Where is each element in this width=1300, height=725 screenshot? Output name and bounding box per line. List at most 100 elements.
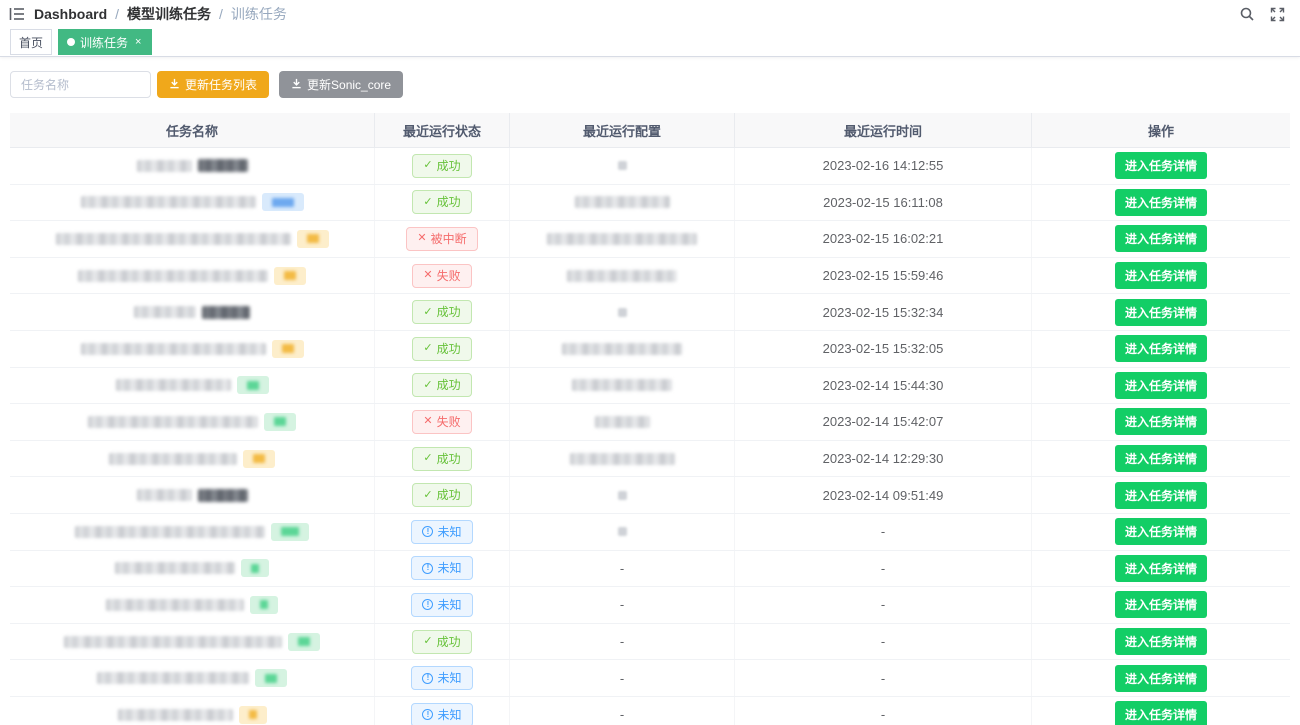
- tab-home[interactable]: 首页: [10, 29, 52, 55]
- status-label: 成功: [437, 160, 461, 172]
- status-label: 成功: [437, 196, 461, 208]
- enter-task-details-button[interactable]: 进入任务详情: [1115, 335, 1207, 362]
- run-status-cell: ✓成功: [375, 441, 510, 477]
- actions-cell: 进入任务详情: [1032, 697, 1290, 725]
- tab-training-tasks[interactable]: 训练任务 ×: [58, 29, 152, 55]
- actions-cell: 进入任务详情: [1032, 404, 1290, 440]
- update-task-list-button[interactable]: 更新任务列表: [157, 71, 269, 98]
- redacted-config: [547, 233, 697, 245]
- run-status-cell: ✓成功: [375, 477, 510, 513]
- search-icon[interactable]: [1238, 5, 1256, 23]
- run-time-cell: -: [735, 660, 1032, 696]
- redacted-tag-text: [274, 417, 286, 426]
- redacted-task-name: [106, 599, 244, 611]
- redacted-task-name: [75, 526, 265, 538]
- enter-task-details-button[interactable]: 进入任务详情: [1115, 189, 1207, 216]
- table-row: !未知--进入任务详情: [10, 551, 1290, 588]
- status-label: 失败: [437, 270, 461, 282]
- run-time-cell: 2023-02-14 12:29:30: [735, 441, 1032, 477]
- toolbar: 更新任务列表 更新Sonic_core: [10, 71, 403, 98]
- status-badge: ✓ 成功: [412, 154, 471, 178]
- tab-home-label: 首页: [19, 34, 43, 51]
- run-config-cell: [510, 331, 735, 367]
- tab-training-tasks-label: 训练任务: [80, 34, 128, 51]
- run-config-cell: [510, 477, 735, 513]
- check-icon: ✓: [423, 380, 432, 391]
- run-config-cell: -: [510, 551, 735, 587]
- run-status-cell: ✕失败: [375, 258, 510, 294]
- update-sonic-core-button[interactable]: 更新Sonic_core: [279, 71, 403, 98]
- table-row: !未知-进入任务详情: [10, 514, 1290, 551]
- enter-task-details-button[interactable]: 进入任务详情: [1115, 518, 1207, 545]
- fullscreen-icon[interactable]: [1268, 5, 1286, 23]
- run-time-cell: 2023-02-15 15:32:34: [735, 294, 1032, 330]
- info-circle-icon: !: [422, 526, 433, 537]
- redacted-task-name: [56, 233, 291, 245]
- breadcrumb: Dashboard / 模型训练任务 / 训练任务: [34, 4, 287, 24]
- actions-cell: 进入任务详情: [1032, 148, 1290, 184]
- check-icon: ✓: [423, 160, 432, 171]
- breadcrumb-item-model-training[interactable]: 模型训练任务: [127, 4, 211, 24]
- run-time-cell: -: [735, 624, 1032, 660]
- task-name-cell: [10, 441, 375, 477]
- enter-task-details-button[interactable]: 进入任务详情: [1115, 628, 1207, 655]
- redacted-config: [618, 308, 627, 317]
- run-config-cell: [510, 185, 735, 221]
- table-row: ✕失败 2023-02-15 15:59:46 进入任务详情: [10, 258, 1290, 295]
- redacted-task-name: [115, 562, 235, 574]
- redacted-task-name: [78, 270, 268, 282]
- task-tag-green: [255, 669, 287, 687]
- task-tag-yellow: [274, 267, 306, 285]
- breadcrumb-item-dashboard[interactable]: Dashboard: [34, 6, 107, 22]
- run-config-cell: [510, 514, 735, 550]
- task-name-cell: [10, 404, 375, 440]
- status-label: 成功: [437, 453, 461, 465]
- enter-task-details-button[interactable]: 进入任务详情: [1115, 591, 1207, 618]
- x-icon: ✕: [423, 416, 432, 427]
- task-name-search-input[interactable]: [10, 71, 151, 98]
- redacted-task-name-bold: [198, 489, 248, 502]
- status-label: 成功: [437, 379, 461, 391]
- table-row: ✓成功2023-02-15 16:11:08进入任务详情: [10, 185, 1290, 222]
- enter-task-details-button[interactable]: 进入任务详情: [1115, 152, 1207, 179]
- enter-task-details-button[interactable]: 进入任务详情: [1115, 299, 1207, 326]
- enter-task-details-button[interactable]: 进入任务详情: [1115, 555, 1207, 582]
- actions-cell: 进入任务详情: [1032, 624, 1290, 660]
- run-time-cell: 2023-02-15 15:59:46: [735, 258, 1032, 294]
- run-time-cell: -: [735, 697, 1032, 725]
- table-row: !未知--进入任务详情: [10, 587, 1290, 624]
- actions-cell: 进入任务详情: [1032, 660, 1290, 696]
- run-status-cell: ✓ 成功: [375, 148, 510, 184]
- task-tag-green: [241, 559, 269, 577]
- status-badge: !未知: [411, 703, 472, 725]
- redacted-task-name: [81, 196, 256, 208]
- enter-task-details-button[interactable]: 进入任务详情: [1115, 701, 1207, 725]
- redacted-task-name: [118, 709, 233, 721]
- enter-task-details-button[interactable]: 进入任务详情: [1115, 445, 1207, 472]
- enter-task-details-button[interactable]: 进入任务详情: [1115, 482, 1207, 509]
- table-row: ✓成功--进入任务详情: [10, 624, 1290, 661]
- task-tag-blue: [262, 193, 304, 211]
- status-badge: ✓ 成功: [412, 373, 471, 397]
- status-badge: ✓成功: [412, 483, 471, 507]
- redacted-tag-text: [272, 198, 294, 207]
- run-time-cell: -: [735, 587, 1032, 623]
- column-header-run-config: 最近运行配置: [510, 113, 735, 147]
- enter-task-details-button[interactable]: 进入任务详情: [1115, 665, 1207, 692]
- check-icon: ✓: [423, 636, 432, 647]
- column-header-actions: 操作: [1032, 113, 1290, 147]
- redacted-config: [618, 527, 627, 536]
- column-header-run-status: 最近运行状态: [375, 113, 510, 147]
- check-icon: ✓: [423, 197, 432, 208]
- update-sonic-core-label: 更新Sonic_core: [307, 76, 391, 93]
- enter-task-details-button[interactable]: 进入任务详情: [1115, 372, 1207, 399]
- enter-task-details-button[interactable]: 进入任务详情: [1115, 225, 1207, 252]
- run-config-cell: [510, 294, 735, 330]
- enter-task-details-button[interactable]: 进入任务详情: [1115, 408, 1207, 435]
- collapse-menu-icon[interactable]: [0, 0, 34, 28]
- redacted-tag-text: [282, 344, 294, 353]
- enter-task-details-button[interactable]: 进入任务详情: [1115, 262, 1207, 289]
- info-circle-icon: !: [422, 599, 433, 610]
- run-time-cell: -: [735, 551, 1032, 587]
- close-tab-icon[interactable]: ×: [133, 36, 143, 49]
